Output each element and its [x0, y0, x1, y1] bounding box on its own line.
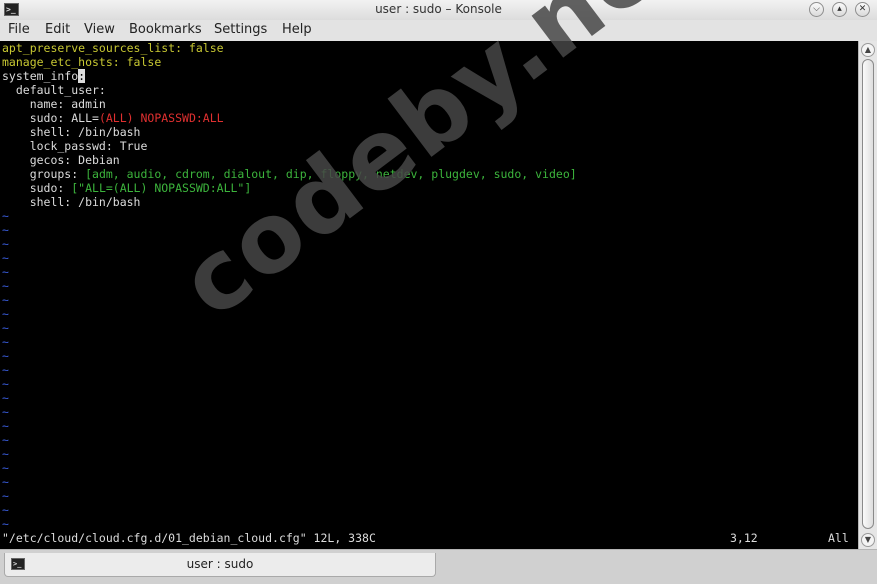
close-icon[interactable]: ✕ [855, 2, 870, 17]
tab-label: user : sudo [186, 557, 254, 571]
status-file-info: "/etc/cloud/cloud.cfg.d/01_debian_cloud.… [2, 531, 376, 545]
code-token: name: admin [2, 97, 106, 111]
editor-line: shell: /bin/bash [2, 125, 577, 139]
code-token: gecos: Debian [2, 153, 120, 167]
code-token: shell: /bin/bash [2, 125, 141, 139]
empty-line-marker: ~ [2, 447, 9, 461]
code-token: groups: [2, 167, 86, 181]
empty-line-marker: ~ [2, 475, 9, 489]
empty-line-marker: ~ [2, 307, 9, 321]
editor-line: lock_passwd: True [2, 139, 577, 153]
editor-buffer: apt_preserve_sources_list: false manage_e… [2, 41, 577, 531]
menu-edit[interactable]: Edit [45, 22, 70, 37]
empty-line-marker: ~ [2, 251, 9, 265]
empty-line-marker: ~ [2, 335, 9, 349]
empty-line-marker: ~ [2, 405, 9, 419]
editor-line: apt_preserve_sources_list: false [2, 41, 577, 55]
editor-line: gecos: Debian [2, 153, 577, 167]
editor-line: default_user: [2, 83, 577, 97]
empty-line-marker: ~ [2, 503, 9, 517]
tab-session[interactable]: >_ user : sudo [4, 553, 436, 577]
empty-line-marker: ~ [2, 265, 9, 279]
empty-line-marker: ~ [2, 321, 9, 335]
empty-line-marker: ~ [2, 209, 9, 223]
scroll-down-icon[interactable]: ▼ [861, 533, 875, 547]
window-title: user : sudo – Konsole [375, 2, 502, 16]
code-token: lock_passwd: True [2, 139, 148, 153]
menu-bookmarks[interactable]: Bookmarks [129, 22, 202, 37]
code-token: system_info [2, 69, 79, 83]
editor-line: system_info: [2, 69, 577, 83]
terminal-view[interactable]: apt_preserve_sources_list: false manage_e… [0, 41, 858, 549]
empty-line-marker: ~ [2, 377, 9, 391]
scroll-up-icon[interactable]: ▲ [861, 43, 875, 57]
title-bar: >_ user : sudo – Konsole ⌵ ▴ ✕ [0, 0, 877, 20]
empty-line-marker: ~ [2, 517, 9, 531]
editor-line: groups: [adm, audio, cdrom, dialout, dip… [2, 167, 577, 181]
code-token: ["ALL=(ALL) NOPASSWD:ALL"] [71, 181, 252, 195]
minimize-icon[interactable]: ⌵ [809, 2, 824, 17]
editor-line: sudo: ALL=(ALL) NOPASSWD:ALL [2, 111, 577, 125]
status-cursor-position: 3,12 [730, 531, 758, 545]
empty-line-marker: ~ [2, 461, 9, 475]
menu-help[interactable]: Help [282, 22, 312, 37]
vertical-scrollbar[interactable]: ▲ ▼ [858, 41, 877, 549]
text-cursor: : [78, 69, 86, 83]
empty-line-marker: ~ [2, 433, 9, 447]
code-token: sudo: [2, 181, 72, 195]
code-token: sudo: ALL= [2, 111, 99, 125]
code-token: (ALL) NOPASSWD:ALL [98, 111, 224, 125]
maximize-icon[interactable]: ▴ [832, 2, 847, 17]
scroll-thumb[interactable] [862, 59, 874, 529]
empty-line-marker: ~ [2, 489, 9, 503]
empty-line-marker: ~ [2, 363, 9, 377]
menu-settings[interactable]: Settings [214, 22, 267, 37]
code-token: [adm, audio, cdrom, dialout, dip, floppy… [85, 167, 577, 181]
empty-line-marker: ~ [2, 293, 9, 307]
code-token: default_user: [2, 83, 106, 97]
status-scroll-indicator: All [828, 531, 849, 545]
code-token: manage_etc_hosts: false [2, 55, 162, 69]
empty-line-marker: ~ [2, 223, 9, 237]
empty-line-marker: ~ [2, 349, 9, 363]
editor-line: name: admin [2, 97, 577, 111]
editor-line: shell: /bin/bash [2, 195, 577, 209]
code-token: apt_preserve_sources_list: false [2, 41, 224, 55]
tab-bar: >_ user : sudo [0, 549, 877, 584]
empty-line-marker: ~ [2, 237, 9, 251]
empty-line-marker: ~ [2, 391, 9, 405]
menu-view[interactable]: View [84, 22, 115, 37]
empty-line-marker: ~ [2, 279, 9, 293]
menu-bar: File Edit View Bookmarks Settings Help [0, 20, 877, 41]
menu-file[interactable]: File [8, 22, 30, 37]
empty-line-marker: ~ [2, 419, 9, 433]
code-token: shell: /bin/bash [2, 195, 141, 209]
editor-line: sudo: ["ALL=(ALL) NOPASSWD:ALL"] [2, 181, 577, 195]
editor-line: manage_etc_hosts: false [2, 55, 577, 69]
